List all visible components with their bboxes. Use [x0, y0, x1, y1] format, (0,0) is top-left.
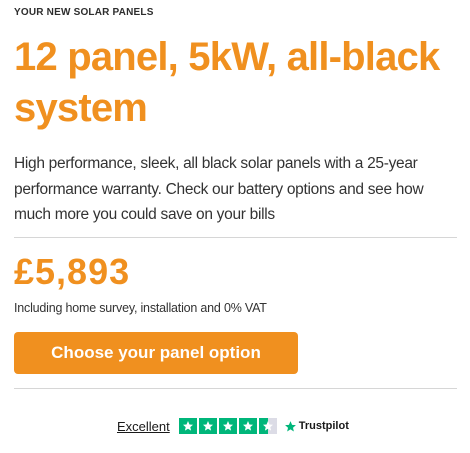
- half-star-icon: [258, 418, 277, 434]
- star-icon: [198, 418, 217, 434]
- star-icon: [238, 418, 257, 434]
- trustpilot-rating-label[interactable]: Excellent: [117, 419, 170, 434]
- trustpilot-star-icon: [284, 420, 296, 431]
- trustpilot-brand-text: Trustpilot: [298, 420, 349, 432]
- price-note: Including home survey, installation and …: [14, 301, 267, 315]
- divider: [14, 388, 457, 389]
- trustpilot-logo: Trustpilot: [284, 420, 349, 433]
- product-title: 12 panel, 5kW, all-black system: [14, 35, 440, 130]
- eyebrow-label: YOUR NEW SOLAR PANELS: [14, 7, 154, 18]
- trustpilot-stars: [178, 418, 277, 434]
- star-icon: [178, 418, 197, 434]
- divider: [14, 237, 457, 238]
- trustpilot-widget[interactable]: Excellent Trustpilot: [117, 417, 349, 435]
- star-icon: [218, 418, 237, 434]
- choose-panel-option-button[interactable]: Choose your panel option: [14, 332, 298, 374]
- product-price: £5,893: [14, 251, 131, 292]
- product-description: High performance, sleek, all black solar…: [14, 155, 424, 223]
